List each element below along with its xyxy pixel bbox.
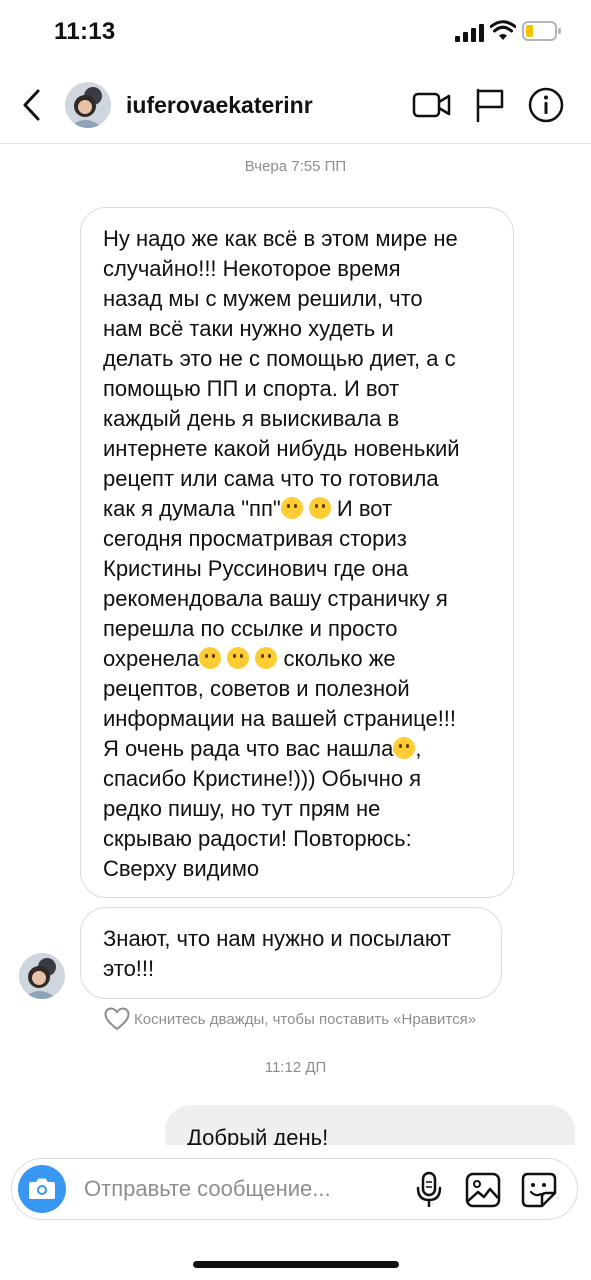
- smiling-emoji-icon: [393, 737, 416, 759]
- flag-icon[interactable]: [474, 87, 506, 123]
- sender-avatar[interactable]: [19, 953, 65, 999]
- avatar[interactable]: [65, 82, 111, 128]
- star-struck-emoji-icon: [255, 647, 278, 669]
- message-timestamp: Вчера 7:55 ПП: [244, 158, 347, 175]
- sticker-icon[interactable]: [520, 1171, 558, 1209]
- heart-icon: [104, 1007, 130, 1031]
- message-text: Ну надо же как всё в этом мире не случай…: [103, 224, 491, 884]
- incoming-message-bubble[interactable]: Ну надо же как всё в этом мире не случай…: [80, 207, 514, 898]
- message-text-part: Ну надо же как всё в этом мире не случай…: [103, 226, 460, 521]
- outgoing-message-bubble[interactable]: Добрый день!: [165, 1105, 575, 1145]
- info-icon[interactable]: [527, 86, 565, 124]
- conversation-header: iuferovaekaterinr: [0, 66, 591, 144]
- cellular-signal-icon: [455, 24, 484, 42]
- like-hint-text: Коснитесь дважды, чтобы поставить «Нрави…: [134, 1010, 477, 1028]
- status-bar: 11:13: [0, 0, 591, 66]
- yum-emoji-icon: [308, 497, 331, 519]
- avatar-image: [19, 953, 65, 999]
- message-timestamp: 11:12 ДП: [264, 1059, 327, 1076]
- avatar-image: [65, 82, 111, 128]
- back-icon[interactable]: [18, 86, 48, 124]
- gallery-icon[interactable]: [464, 1171, 502, 1209]
- double-tap-like-hint[interactable]: Коснитесь дважды, чтобы поставить «Нрави…: [104, 1007, 476, 1031]
- microphone-icon[interactable]: [414, 1171, 444, 1209]
- message-thread[interactable]: Вчера 7:55 ПП Ну надо же как всё в этом …: [0, 145, 591, 1145]
- message-input[interactable]: [84, 1173, 384, 1205]
- wifi-icon: [490, 20, 516, 40]
- status-time: 11:13: [54, 18, 116, 45]
- yum-emoji-icon: [199, 647, 222, 669]
- message-text: Знают, что нам нужно и посылают это!!!: [103, 926, 451, 981]
- grinning-sweat-emoji-icon: [280, 497, 303, 519]
- header-username[interactable]: iuferovaekaterinr: [126, 92, 313, 119]
- battery-icon: [522, 21, 561, 41]
- message-text: Добрый день!: [187, 1125, 329, 1145]
- hugging-emoji-icon: [227, 647, 250, 669]
- message-composer: [11, 1158, 578, 1220]
- camera-button[interactable]: [18, 1165, 66, 1213]
- incoming-message-bubble[interactable]: Знают, что нам нужно и посылают это!!!: [80, 907, 502, 999]
- video-call-icon[interactable]: [412, 88, 452, 122]
- home-indicator[interactable]: [193, 1261, 399, 1268]
- camera-icon: [29, 1178, 55, 1199]
- message-text-part: И вот сегодня просматривая сториз Кристи…: [103, 496, 448, 671]
